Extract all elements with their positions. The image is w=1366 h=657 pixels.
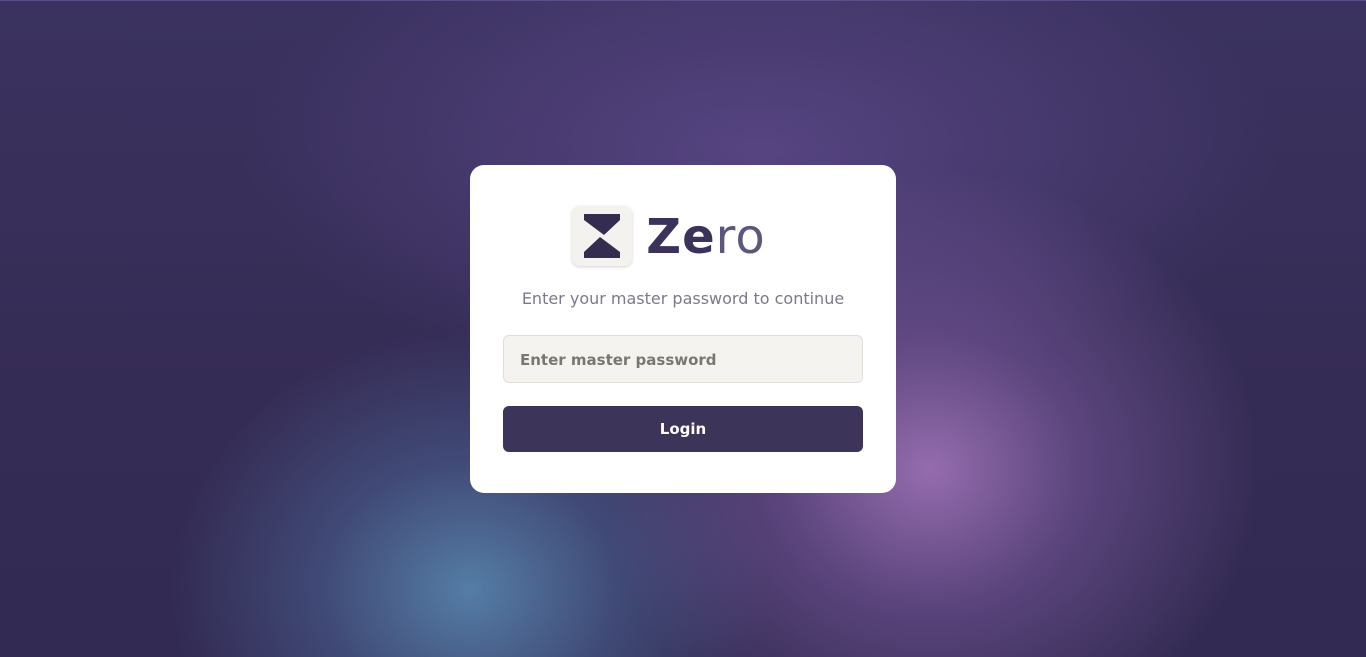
- app-wordmark: Zero: [646, 213, 765, 261]
- login-button[interactable]: Login: [503, 406, 863, 452]
- zero-logo-glyph: [584, 214, 621, 258]
- login-subtitle: Enter your master password to continue: [521, 289, 845, 308]
- wordmark-light: ro: [715, 209, 766, 265]
- wordmark-strong: Ze: [646, 209, 716, 265]
- master-password-input[interactable]: [503, 335, 863, 383]
- login-card: Zero Enter your master password to conti…: [470, 165, 896, 493]
- window-top-edge: [0, 0, 1366, 1]
- brand-header: Zero: [470, 205, 896, 267]
- zero-logo-icon: [572, 206, 633, 266]
